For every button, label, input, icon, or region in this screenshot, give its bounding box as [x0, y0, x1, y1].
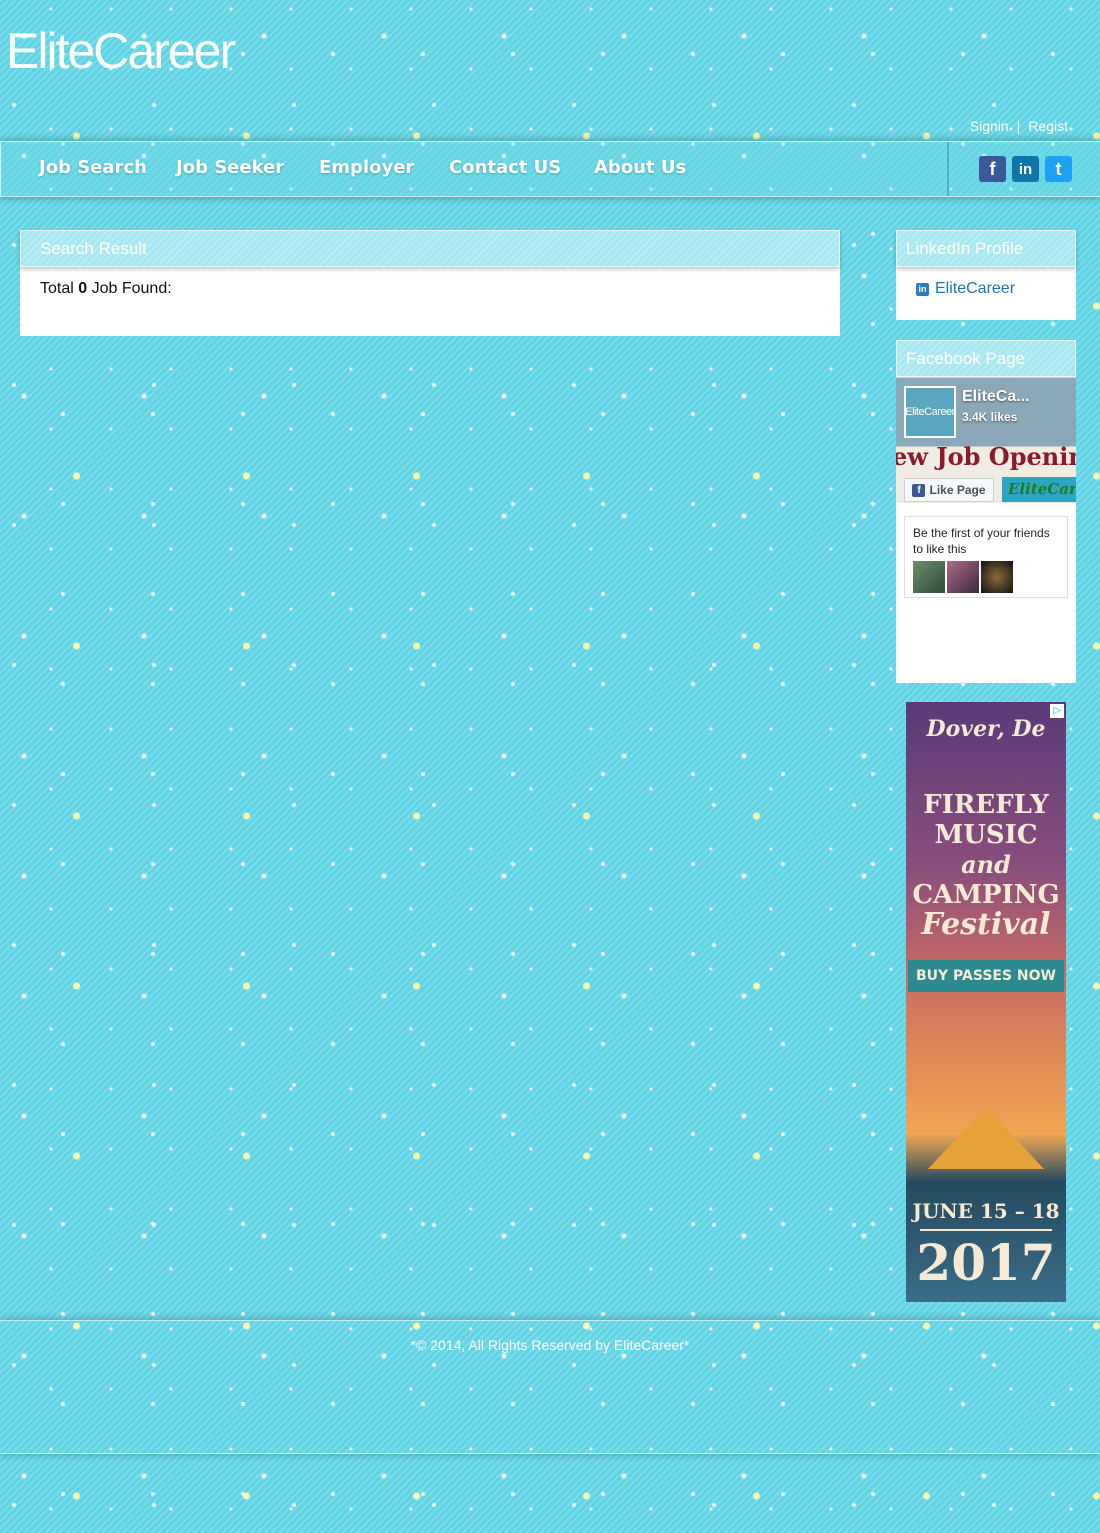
nav-menu: Job Search Job Seeker Employer Contact U… [0, 142, 949, 196]
twitter-icon[interactable]: t [1045, 156, 1072, 182]
total-label: Total [40, 280, 74, 297]
facebook-likes-count: 3.4K likes [962, 410, 1018, 424]
facebook-cover-badge: EliteCar [1002, 477, 1076, 502]
ad-line-music: MUSIC [934, 820, 1038, 850]
ad-buy-passes-button[interactable]: BUY PASSES NOW [908, 960, 1064, 992]
like-page-label: Like Page [929, 483, 986, 497]
nav-contact-us[interactable]: Contact US [449, 157, 561, 178]
tent-icon [928, 1107, 1044, 1169]
facebook-page-title: Facebook Page [896, 340, 1076, 377]
linkedin-icon[interactable]: in [1012, 156, 1039, 182]
linkedin-profile-name: EliteCareer [935, 280, 1016, 297]
ad-line-firefly: FIREFLY [923, 790, 1049, 820]
site-logo[interactable]: EliteCareer [6, 22, 236, 80]
job-count: 0 [78, 280, 88, 297]
search-result-title: Search Result [20, 230, 840, 267]
facebook-cover-banner: ew Job Openin [896, 442, 1076, 471]
linkedin-small-icon: in [916, 282, 929, 296]
facebook-friends-box: Be the first of your friends to like thi… [904, 516, 1068, 598]
nav-about-us[interactable]: About Us [594, 157, 686, 178]
facebook-friends-text: Be the first of your friends to like thi… [913, 526, 1050, 556]
avatar[interactable] [947, 561, 979, 593]
nav-employer[interactable]: Employer [319, 157, 414, 178]
facebook-cover[interactable]: EliteCareer EliteCa... 3.4K likes ew Job… [896, 378, 1076, 503]
ad-divider [920, 1229, 1052, 1231]
ad-city: Dover, De [926, 716, 1046, 742]
signin-link[interactable]: Signin [970, 118, 1009, 134]
facebook-icon[interactable]: f [979, 156, 1006, 182]
social-links: f in t [979, 156, 1072, 182]
copyright-text: *© 2014, All Rights Reserved by EliteCar… [410, 1337, 690, 1353]
nav-job-search[interactable]: Job Search [39, 157, 147, 178]
ad-line-camping: CAMPING [912, 880, 1060, 910]
job-found-label: Job Found: [91, 280, 172, 297]
linkedin-profile-title: LinkedIn Profile [896, 230, 1076, 267]
ad-headline: FIREFLY MUSIC and CAMPING Festival [906, 790, 1066, 940]
avatar[interactable] [981, 561, 1013, 593]
facebook-page-name[interactable]: EliteCa... [962, 388, 1030, 406]
linkedin-profile-link[interactable]: in EliteCareer [916, 280, 1015, 298]
facebook-friend-avatars [913, 561, 1059, 593]
nav-job-seeker[interactable]: Job Seeker [176, 157, 284, 178]
facebook-page-panel: Facebook Page EliteCareer EliteCa... 3.4… [896, 340, 1076, 683]
main-navbar: Job Search Job Seeker Employer Contact U… [0, 141, 1100, 197]
link-separator: | [1016, 118, 1021, 134]
facebook-page-thumbnail[interactable]: EliteCareer [904, 386, 956, 438]
ad-year: 2017 [916, 1233, 1056, 1292]
account-links: Signin | Regist [966, 118, 1072, 134]
search-result-summary: Total 0 Job Found: [40, 280, 172, 298]
ad-line-festival: Festival [921, 907, 1051, 942]
ad-line-and: and [961, 850, 1011, 879]
search-result-panel: Search Result Total 0 Job Found: [20, 230, 840, 336]
facebook-like-page-button[interactable]: f Like Page [904, 478, 994, 502]
page-footer: *© 2014, All Rights Reserved by EliteCar… [0, 1320, 1100, 1454]
adchoices-icon[interactable]: ▷ [1050, 704, 1064, 718]
facebook-small-icon: f [912, 483, 926, 497]
linkedin-profile-panel: LinkedIn Profile in EliteCareer [896, 230, 1076, 320]
register-link[interactable]: Regist [1028, 118, 1068, 134]
ad-dates: JUNE 15 – 18 [912, 1199, 1060, 1223]
avatar[interactable] [913, 561, 945, 593]
festival-ad-banner[interactable]: ▷ Dover, De FIREFLY MUSIC and CAMPING Fe… [906, 702, 1066, 1302]
